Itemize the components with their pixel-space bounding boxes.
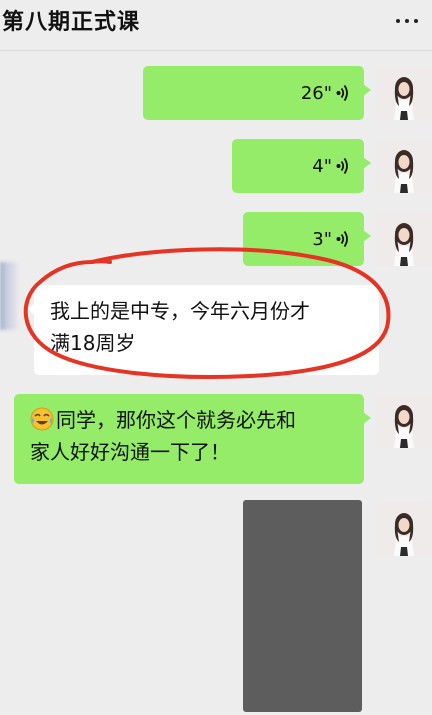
voice-message[interactable]: 26" <box>143 66 371 120</box>
chat-header: 第八期正式课 <box>0 0 432 51</box>
crying-laugh-emoji-icon <box>30 407 54 431</box>
voice-duration: 26" <box>300 82 332 104</box>
voice-duration: 4" <box>312 155 332 177</box>
message-line: 同学，那你这个就务必先和 <box>56 408 296 432</box>
voice-wave-icon <box>336 231 348 247</box>
chat-title: 第八期正式课 <box>2 10 141 35</box>
more-dots-icon[interactable] <box>396 18 418 24</box>
message-line-with-emoji: 同学，那你这个就务必先和 <box>30 404 348 436</box>
my-avatar[interactable] <box>377 394 431 448</box>
my-avatar[interactable] <box>377 66 431 120</box>
contact-avatar[interactable] <box>0 262 18 330</box>
message-line: 满18周岁 <box>50 331 136 355</box>
video-message[interactable] <box>243 500 362 712</box>
voice-message[interactable]: 4" <box>232 139 371 193</box>
voice-wave-icon <box>336 85 348 101</box>
voice-duration: 3" <box>312 228 332 250</box>
voice-message[interactable]: 3" <box>243 212 371 266</box>
voice-wave-icon <box>336 158 348 174</box>
my-avatar[interactable] <box>377 212 431 266</box>
my-avatar[interactable] <box>377 139 431 193</box>
my-avatar[interactable] <box>377 502 431 556</box>
incoming-text-message[interactable]: 我上的是中专，今年六月份才 满18周岁 <box>27 285 379 375</box>
message-line: 家人好好沟通一下了！ <box>30 440 230 464</box>
outgoing-text-message[interactable]: 同学，那你这个就务必先和 家人好好沟通一下了！ <box>14 394 371 484</box>
message-line: 我上的是中专，今年六月份才 <box>50 299 310 323</box>
